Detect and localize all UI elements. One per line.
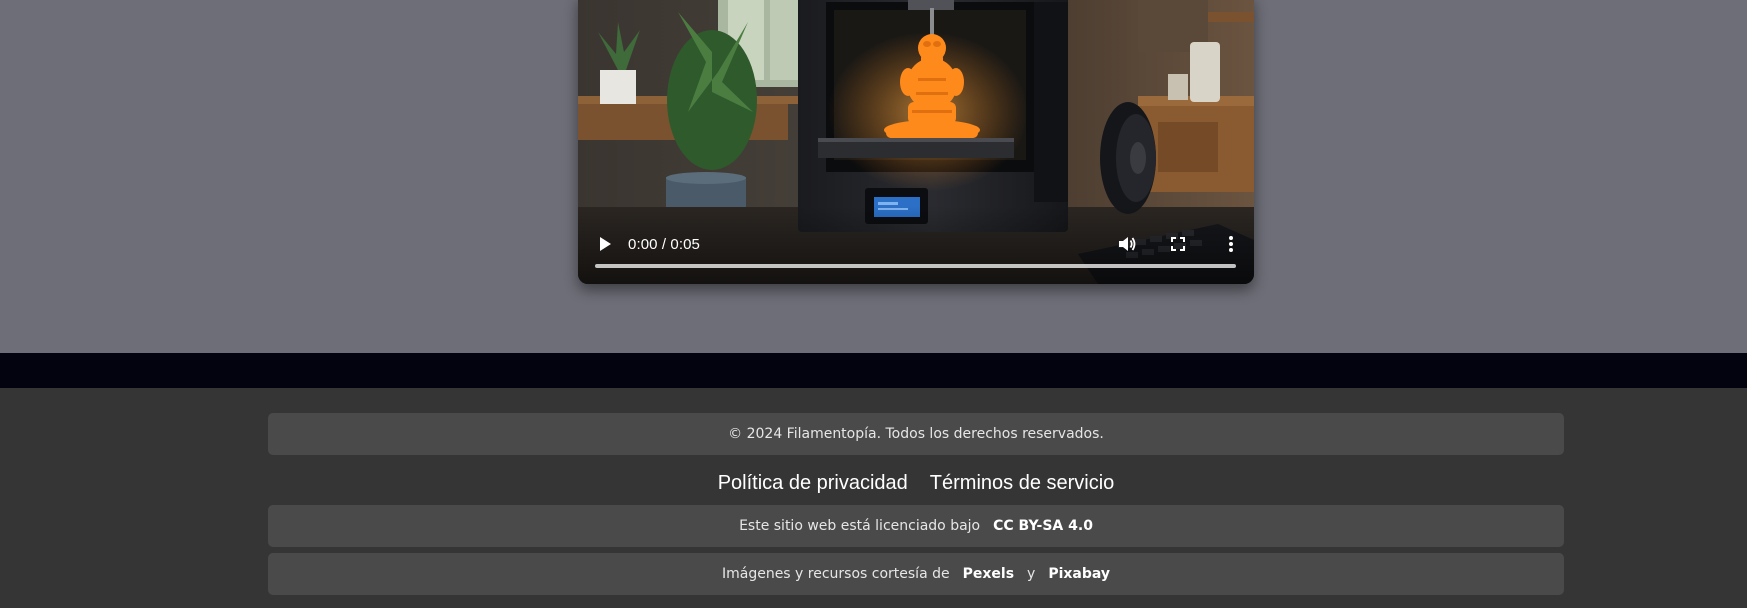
license-link[interactable]: CC BY-SA 4.0: [993, 518, 1093, 534]
footer-links: Política de privacidad Términos de servi…: [268, 468, 1564, 498]
more-vert-icon: [1229, 236, 1233, 252]
pixabay-link[interactable]: Pixabay: [1048, 566, 1110, 582]
license-box: Este sitio web está licenciado bajo CC B…: [268, 505, 1564, 547]
pexels-link[interactable]: Pexels: [963, 566, 1014, 582]
credits-text: Imágenes y recursos cortesía de: [721, 566, 950, 582]
content-section: 0:00 / 0:05: [0, 0, 1747, 353]
terms-of-service-link[interactable]: Términos de servicio: [930, 472, 1115, 495]
copyright-text: © 2024 Filamentopía. Todos los derechos …: [728, 426, 1104, 442]
license-text: Este sitio web está licenciado bajo: [739, 518, 981, 534]
video-progress-bar[interactable]: [595, 264, 1236, 268]
privacy-policy-link[interactable]: Política de privacidad: [718, 472, 908, 495]
video-player[interactable]: 0:00 / 0:05: [578, 0, 1254, 284]
site-footer: © 2024 Filamentopía. Todos los derechos …: [0, 388, 1747, 608]
copyright-box: © 2024 Filamentopía. Todos los derechos …: [268, 413, 1564, 455]
play-button[interactable]: [596, 235, 614, 253]
fullscreen-icon: [1171, 237, 1185, 251]
fullscreen-button[interactable]: [1169, 235, 1187, 253]
divider-band: [0, 353, 1747, 388]
play-icon: [600, 237, 611, 251]
volume-button[interactable]: [1117, 234, 1137, 254]
time-display: 0:00 / 0:05: [628, 236, 700, 253]
credits-box: Imágenes y recursos cortesía de Pexels y…: [268, 553, 1564, 595]
volume-icon: [1119, 237, 1136, 251]
more-options-button[interactable]: [1226, 234, 1236, 254]
credits-separator: y: [1027, 566, 1036, 582]
video-controls: 0:00 / 0:05: [578, 206, 1254, 284]
